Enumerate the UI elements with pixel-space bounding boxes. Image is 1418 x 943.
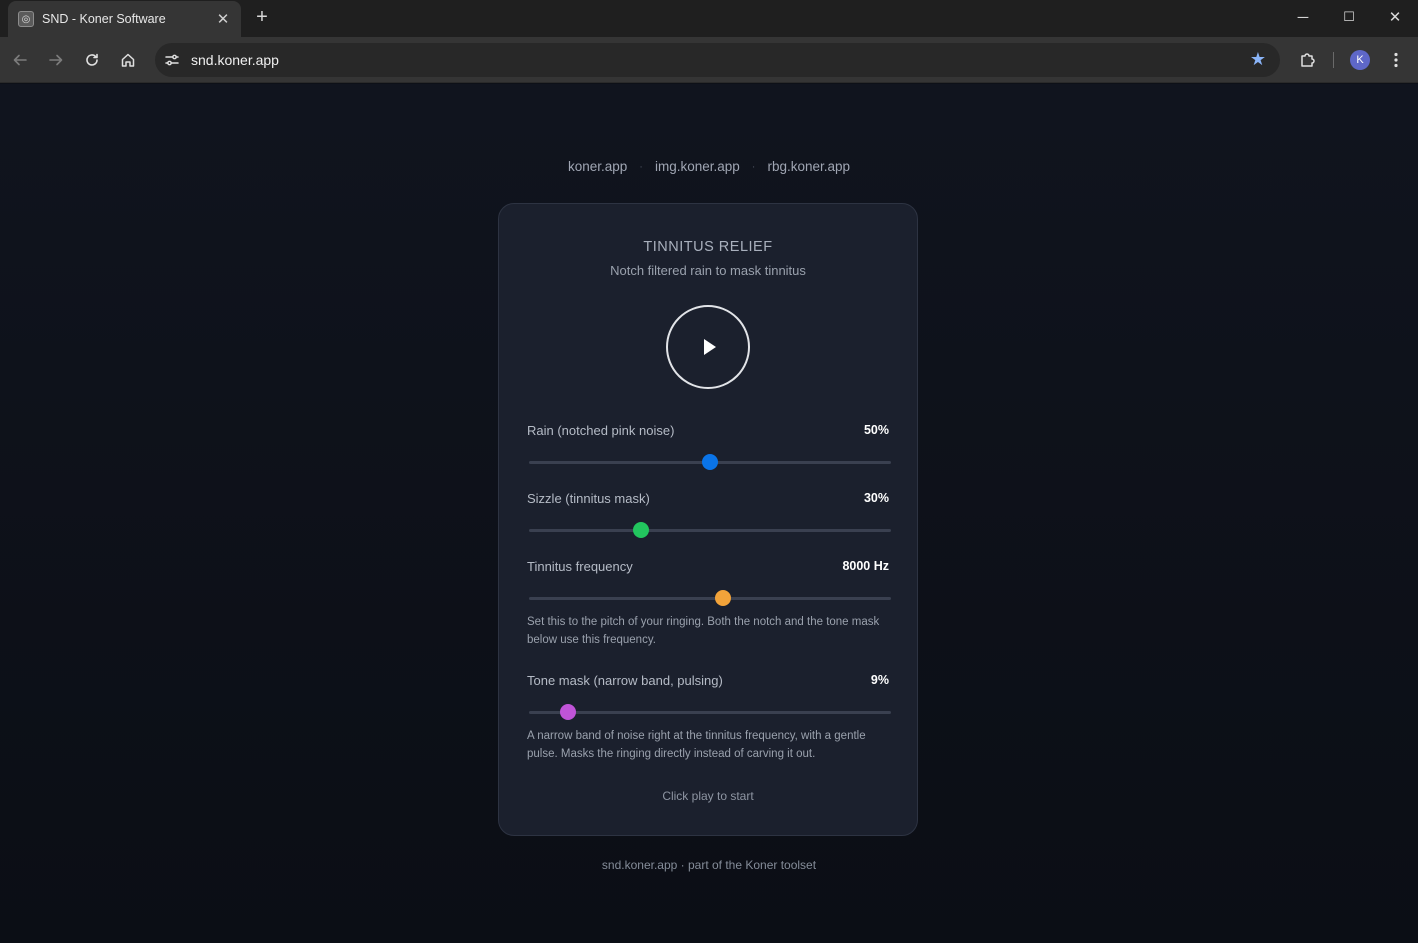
tone-mask-help-text: A narrow band of noise right at the tinn…: [527, 730, 866, 760]
reload-button[interactable]: [78, 46, 106, 74]
rain-label: Rain (notched pink noise): [527, 423, 675, 438]
site-info-button[interactable]: [157, 45, 187, 75]
tab-close-icon[interactable]: ✕: [215, 11, 231, 28]
play-button[interactable]: [666, 305, 750, 389]
site-favicon-icon: ◎: [18, 11, 34, 27]
frequency-label: Tinnitus frequency: [527, 559, 633, 574]
forward-arrow-icon: [49, 54, 63, 66]
card-subtitle: Notch filtered rain to mask tinnitus: [610, 263, 806, 278]
tab-title: SND - Koner Software: [42, 12, 166, 26]
tone-mask-label: Tone mask (narrow band, pulsing): [527, 673, 723, 688]
tone-mask-slider-thumb[interactable]: [560, 704, 577, 720]
profile-avatar[interactable]: K: [1350, 50, 1370, 70]
back-button[interactable]: [6, 46, 34, 74]
nav-link-img[interactable]: img.koner.app: [655, 159, 740, 174]
frequency-help-text: Set this to the pitch of your ringing. B…: [527, 616, 880, 646]
extensions-button[interactable]: [1294, 46, 1322, 74]
back-arrow-icon: [13, 54, 27, 66]
page-viewport: koner.app · img.koner.app · rbg.koner.ap…: [0, 84, 1418, 943]
sizzle-label: Sizzle (tinnitus mask): [527, 491, 650, 506]
tone-mask-value: 9%: [870, 673, 889, 687]
rain-value: 50%: [863, 423, 889, 437]
page-footer: snd.koner.app · part of the Koner toolse…: [601, 858, 817, 872]
minimize-button[interactable]: ─: [1280, 0, 1326, 34]
frequency-slider[interactable]: [529, 590, 891, 606]
sizzle-slider[interactable]: [529, 522, 891, 538]
puzzle-icon: [1301, 53, 1315, 67]
status-text: Click play to start: [662, 789, 754, 803]
bookmark-star-icon[interactable]: ★: [1250, 49, 1266, 70]
window-close-button[interactable]: ✕: [1372, 0, 1418, 34]
tone-mask-slider[interactable]: [529, 704, 891, 720]
tinnitus-relief-card: TINNITUS RELIEF Notch filtered rain to m…: [498, 203, 918, 836]
toolbar-divider: [1333, 52, 1334, 68]
url-text[interactable]: snd.koner.app: [191, 52, 279, 68]
play-icon: [704, 339, 716, 355]
home-icon: [121, 53, 135, 67]
sizzle-slider-thumb[interactable]: [633, 522, 650, 538]
reload-icon: [86, 53, 98, 66]
sizzle-value: 30%: [863, 491, 889, 505]
frequency-slider-thumb[interactable]: [714, 590, 731, 606]
tune-icon: [165, 54, 179, 66]
nav-link-rbg[interactable]: rbg.koner.app: [767, 159, 850, 174]
kebab-menu-icon: [1394, 52, 1398, 68]
new-tab-button[interactable]: +: [250, 5, 274, 29]
nav-separator: ·: [751, 160, 756, 173]
home-button[interactable]: [114, 46, 142, 74]
card-title: TINNITUS RELIEF: [643, 239, 773, 255]
nav-link-koner[interactable]: koner.app: [568, 159, 627, 174]
rain-slider[interactable]: [529, 454, 891, 470]
forward-button[interactable]: [42, 46, 70, 74]
rain-slider-thumb[interactable]: [702, 454, 718, 470]
tab-strip: ◎ SND - Koner Software ✕ + ─ ☐ ✕: [0, 0, 1418, 37]
browser-tab[interactable]: ◎ SND - Koner Software ✕: [8, 1, 241, 37]
site-nav: koner.app · img.koner.app · rbg.koner.ap…: [0, 159, 1418, 174]
nav-separator: ·: [639, 160, 643, 173]
browser-menu-button[interactable]: [1384, 46, 1408, 74]
maximize-button[interactable]: ☐: [1326, 0, 1372, 34]
address-bar[interactable]: snd.koner.app ★: [155, 43, 1280, 77]
frequency-value: 8000 Hz: [842, 559, 889, 573]
browser-toolbar: snd.koner.app ★ K: [0, 37, 1418, 83]
